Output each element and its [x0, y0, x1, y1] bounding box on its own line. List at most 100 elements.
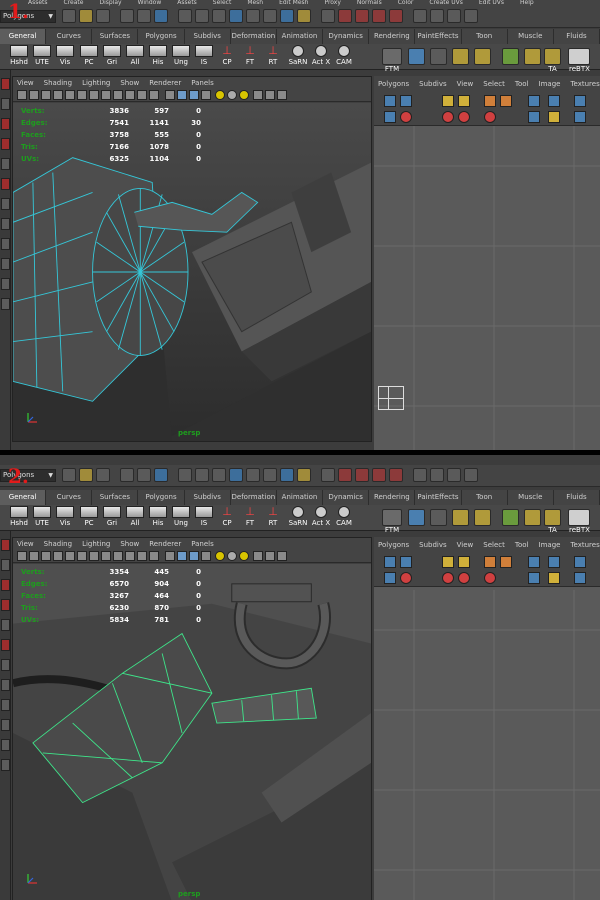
viewport-menu-item[interactable]: View: [17, 538, 34, 550]
manipulator-icon[interactable]: [1, 639, 10, 651]
uv-menu-item[interactable]: View: [457, 537, 474, 553]
shelf-button-cp[interactable]: ⊥ CP: [216, 45, 238, 69]
shelf-button-gri[interactable]: Gri: [101, 506, 123, 530]
camera-icon[interactable]: [41, 90, 51, 100]
bookmark-icon[interactable]: [53, 90, 63, 100]
select-object-icon[interactable]: [137, 9, 151, 23]
shelf-button-act-x[interactable]: Act X: [310, 45, 332, 69]
mask-icon[interactable]: [212, 468, 226, 482]
shelf-button-is[interactable]: IS: [193, 45, 215, 69]
uv-move-icon[interactable]: [458, 95, 470, 107]
uv-snapshot-icon[interactable]: [400, 111, 412, 123]
uv-layout-icon[interactable]: [574, 556, 586, 568]
curve-icon[interactable]: [430, 48, 447, 65]
shelf-button-his[interactable]: His: [147, 45, 169, 69]
gate-mask-icon[interactable]: [113, 551, 123, 561]
light-icon[interactable]: [215, 551, 225, 561]
mask-icon[interactable]: [246, 9, 260, 23]
uv-sew-icon[interactable]: [548, 556, 560, 568]
tab-fluids[interactable]: Fluids: [553, 29, 600, 44]
mask-icon[interactable]: [229, 468, 243, 482]
layout-icon[interactable]: [1, 238, 10, 250]
wireframe-on-shaded-icon[interactable]: [189, 90, 199, 100]
uv-toggle-icon[interactable]: [442, 572, 454, 584]
camera-icon[interactable]: [17, 551, 27, 561]
snap-curve-icon[interactable]: [338, 468, 352, 482]
layout-icon[interactable]: [1, 278, 10, 290]
mask-icon[interactable]: [263, 468, 277, 482]
layout-icon[interactable]: [1, 218, 10, 230]
uv-smooth-icon[interactable]: [548, 111, 560, 123]
mask-icon[interactable]: [195, 468, 209, 482]
uv-menu-item[interactable]: Image: [539, 537, 561, 553]
uv-rotate-icon[interactable]: [500, 95, 512, 107]
hypershade-icon[interactable]: [464, 9, 478, 23]
shelf-button-all[interactable]: All: [124, 45, 146, 69]
uv-menu-item[interactable]: Subdivs: [419, 537, 447, 553]
grid-icon[interactable]: [77, 551, 87, 561]
uv-toggle-icon[interactable]: [484, 111, 496, 123]
viewport-menu-item[interactable]: Show: [120, 77, 139, 89]
viewport-menu-item[interactable]: Renderer: [149, 538, 181, 550]
viewport-menu-item[interactable]: Show: [120, 538, 139, 550]
shelf-button-ft[interactable]: ⊥ FT: [239, 45, 261, 69]
uv-select-icon[interactable]: [400, 95, 412, 107]
image-plane-icon[interactable]: [65, 90, 75, 100]
snap-view-icon[interactable]: [372, 9, 386, 23]
shelf-button-gri[interactable]: Gri: [101, 45, 123, 69]
mask-icon[interactable]: [195, 9, 209, 23]
open-scene-icon[interactable]: [79, 9, 93, 23]
select-tool-icon[interactable]: [1, 539, 10, 551]
mask-icon[interactable]: [178, 468, 192, 482]
shelf-button-cam[interactable]: CAM: [333, 506, 355, 530]
uv-layout-icon[interactable]: [574, 95, 586, 107]
tab-rendering[interactable]: Rendering: [369, 490, 416, 505]
safe-action-icon[interactable]: [137, 90, 147, 100]
select-hierarchy-icon[interactable]: [120, 9, 134, 23]
safe-action-icon[interactable]: [137, 551, 147, 561]
light-icon[interactable]: [239, 551, 249, 561]
shelf-button-pc[interactable]: PC: [78, 506, 100, 530]
uv-snapshot-icon[interactable]: [400, 572, 412, 584]
camera-icon[interactable]: [41, 551, 51, 561]
shelf-button-vis[interactable]: Vis: [54, 45, 76, 69]
uv-unfold-icon[interactable]: [574, 111, 586, 123]
uv-menu-item[interactable]: Select: [483, 537, 505, 553]
uv-menu-item[interactable]: Polygons: [378, 76, 409, 92]
shelf-button-ung[interactable]: Ung: [170, 45, 192, 69]
layout-icon[interactable]: [1, 739, 10, 751]
viewport-menu-item[interactable]: Shading: [44, 77, 72, 89]
safe-title-icon[interactable]: [149, 90, 159, 100]
viewport-menu-item[interactable]: Shading: [44, 538, 72, 550]
move-tool-icon[interactable]: [1, 118, 10, 130]
tab-fluids[interactable]: Fluids: [553, 490, 600, 505]
uv-shell-icon[interactable]: [528, 111, 540, 123]
field-chart-icon[interactable]: [125, 551, 135, 561]
tool-icon[interactable]: [524, 48, 541, 65]
shelf-button-sarn[interactable]: SaRN: [287, 45, 309, 69]
tab-polygons[interactable]: Polygons: [138, 29, 185, 44]
uv-shell-icon[interactable]: [528, 572, 540, 584]
shelf-button-ta[interactable]: TA: [544, 509, 561, 534]
snap-curve-icon[interactable]: [338, 9, 352, 23]
mask-icon[interactable]: [246, 468, 260, 482]
isolate-select-icon[interactable]: [253, 551, 263, 561]
select-object-icon[interactable]: [137, 468, 151, 482]
shelf-button-his[interactable]: His: [147, 506, 169, 530]
lock-icon[interactable]: [297, 9, 311, 23]
shelf-button-pc[interactable]: PC: [78, 45, 100, 69]
layout-icon[interactable]: [1, 719, 10, 731]
snap-view-icon[interactable]: [372, 468, 386, 482]
uv-smooth-icon[interactable]: [548, 572, 560, 584]
wireframe-on-shaded-icon[interactable]: [189, 551, 199, 561]
uv-texture-editor[interactable]: Polygons Subdivs View Select Tool Image …: [374, 537, 600, 900]
uv-unfold-icon[interactable]: [574, 572, 586, 584]
rotate-tool-icon[interactable]: [1, 138, 10, 150]
uv-cut-icon[interactable]: [528, 556, 540, 568]
shelf-button-ta[interactable]: TA: [544, 48, 561, 73]
shelf-button-ftm[interactable]: FTM: [382, 509, 402, 534]
shelf-button-ftm[interactable]: FTM: [382, 48, 402, 73]
scale-tool-icon[interactable]: [1, 619, 10, 631]
scale-tool-icon[interactable]: [1, 158, 10, 170]
uv-toggle-icon[interactable]: [458, 572, 470, 584]
